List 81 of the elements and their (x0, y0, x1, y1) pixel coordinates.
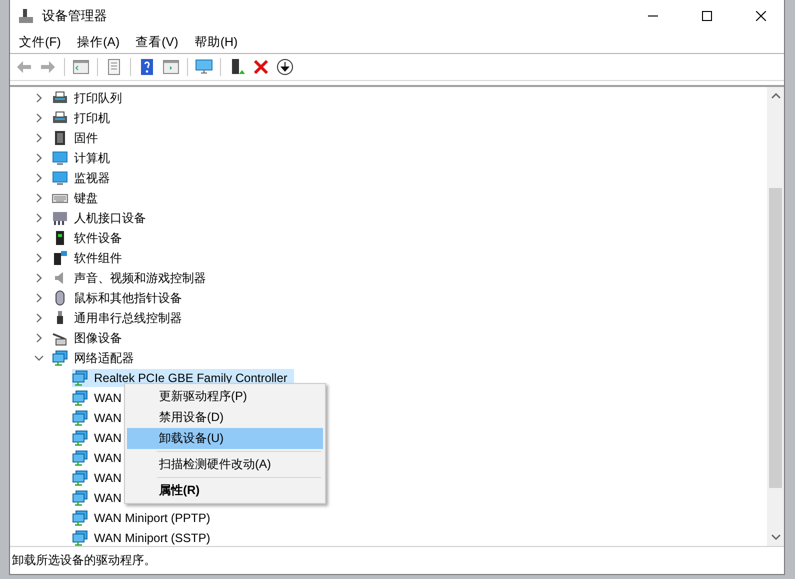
tree-item[interactable]: WAN (72, 409, 129, 427)
delete-icon (252, 58, 270, 76)
menu-item[interactable]: 帮助(H) (187, 34, 245, 50)
expand-chevron-icon[interactable] (34, 93, 44, 103)
chip-icon (52, 130, 68, 146)
menu-item[interactable]: 查看(V) (128, 34, 186, 50)
network-icon (72, 530, 88, 546)
expand-chevron-icon[interactable] (34, 133, 44, 143)
camera-icon (52, 330, 68, 346)
scroll-up-icon[interactable] (770, 91, 780, 101)
menu-item[interactable]: 属性(R) (127, 480, 323, 501)
window-pane-icon (162, 58, 180, 76)
scrollbar[interactable] (767, 87, 784, 546)
tree-item[interactable]: 软件设备 (71, 228, 125, 248)
expand-chevron-icon[interactable] (34, 193, 44, 203)
expand-chevron-icon[interactable] (34, 113, 44, 123)
expand-chevron-icon[interactable] (34, 313, 44, 323)
tree-item[interactable]: 打印机 (71, 108, 113, 128)
printer-icon (52, 110, 68, 126)
tree-item[interactable]: 键盘 (71, 188, 101, 208)
tree-item[interactable]: 打印队列 (71, 88, 125, 108)
tree-item[interactable]: WAN Miniport (SSTP) (72, 529, 218, 547)
component-icon (52, 250, 68, 266)
monitor-icon (52, 170, 68, 186)
forward-arrow-icon (39, 58, 57, 76)
app-icon (18, 8, 34, 24)
expand-chevron-icon[interactable] (34, 213, 44, 223)
expand-chevron-icon[interactable] (34, 153, 44, 163)
maximize-icon (702, 10, 712, 20)
document-icon (105, 58, 123, 76)
menu-item[interactable]: 禁用设备(D) (127, 407, 323, 428)
menu-item[interactable]: 卸载设备(U) (127, 428, 323, 449)
expand-chevron-icon[interactable] (34, 233, 44, 243)
monitor-icon (52, 150, 68, 166)
tree-item[interactable]: WAN (72, 429, 129, 447)
tree-item[interactable]: WAN Miniport (PPTP) (72, 509, 218, 527)
tree-item[interactable]: 固件 (71, 128, 101, 148)
tree-item[interactable]: WAN (72, 489, 129, 507)
tree-item[interactable]: 软件组件 (71, 248, 125, 268)
expand-chevron-icon[interactable] (34, 333, 44, 343)
tree-item[interactable]: 图像设备 (71, 328, 125, 348)
toolbar-button[interactable] (274, 56, 296, 78)
network-icon (72, 430, 88, 446)
status-text: 卸载所选设备的驱动程序。 (12, 552, 156, 569)
close-icon (756, 10, 766, 20)
network-icon (52, 350, 68, 366)
network-icon (72, 370, 88, 386)
menu-item[interactable]: 扫描检测硬件改动(A) (127, 454, 323, 475)
window-pane-icon (72, 58, 90, 76)
network-icon (72, 510, 88, 526)
menu-item[interactable]: 更新驱动程序(P) (127, 386, 323, 407)
help-icon (138, 58, 156, 76)
tree-item[interactable]: WAN (72, 449, 129, 467)
menu-item[interactable]: 操作(A) (70, 34, 127, 50)
window-title: 设备管理器 (42, 6, 108, 24)
expand-chevron-icon[interactable] (34, 273, 44, 283)
network-icon (72, 410, 88, 426)
tree-item[interactable]: WAN (72, 389, 129, 407)
monitor-scan-icon (195, 58, 213, 76)
expand-chevron-icon[interactable] (34, 293, 44, 303)
tree-item[interactable]: 网络适配器 (71, 348, 137, 368)
scroll-down-icon[interactable] (770, 532, 780, 542)
menu-item[interactable]: 文件(F) (12, 34, 68, 50)
scrollbar-thumb[interactable] (769, 188, 782, 488)
tree-item[interactable]: 通用串行总线控制器 (71, 308, 185, 328)
expand-chevron-icon[interactable] (34, 253, 44, 263)
tree-item[interactable]: 人机接口设备 (71, 208, 149, 228)
network-icon (72, 450, 88, 466)
expand-chevron-icon[interactable] (34, 173, 44, 183)
network-icon (72, 490, 88, 506)
network-icon (72, 390, 88, 406)
tree-item[interactable]: 声音、视频和游戏控制器 (71, 268, 209, 288)
download-icon (276, 58, 294, 76)
collapse-chevron-icon[interactable] (34, 353, 44, 363)
tree-item[interactable]: WAN (72, 469, 129, 487)
tree-item[interactable]: 计算机 (71, 148, 113, 168)
network-icon (72, 470, 88, 486)
tree-item[interactable]: 鼠标和其他指针设备 (71, 288, 185, 308)
tree-item[interactable]: 监视器 (71, 168, 113, 188)
hid-icon (52, 210, 68, 226)
printer-icon (52, 90, 68, 106)
